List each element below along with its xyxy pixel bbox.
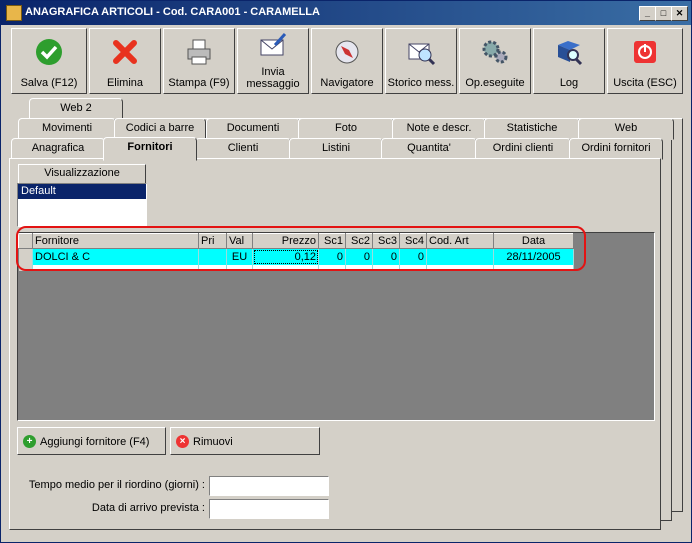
tab-foto[interactable]: Foto [298, 118, 394, 140]
data-arrivo-field[interactable] [209, 499, 329, 519]
operations-done-label: Op.eseguite [465, 77, 525, 89]
column-header-data[interactable]: Data [493, 233, 574, 249]
tab-fornitori[interactable]: Fornitori [103, 137, 197, 161]
check-icon [36, 39, 62, 65]
cell-sc1[interactable]: 0 [318, 248, 346, 265]
column-header-val[interactable]: Val [226, 233, 253, 249]
tab-anagrafica[interactable]: Anagrafica [11, 138, 105, 160]
column-header-sc4[interactable]: Sc4 [399, 233, 427, 249]
row-indicator-header [18, 233, 33, 249]
message-history-label: Storico mess. [387, 77, 455, 89]
tab-ordini-fornitori[interactable]: Ordini fornitori [569, 138, 663, 160]
log-label: Log [559, 77, 579, 89]
tab-listini[interactable]: Listini [289, 138, 383, 160]
column-header-sc3[interactable]: Sc3 [372, 233, 400, 249]
plus-icon: + [23, 435, 36, 448]
column-header-pri[interactable]: Pri [198, 233, 227, 249]
column-header-prezzo[interactable]: Prezzo [252, 233, 319, 249]
tab-statistiche[interactable]: Statistiche [484, 118, 580, 140]
send-message-label: Invia messaggio [246, 66, 300, 90]
table-row[interactable]: DOLCI & C EU 0,12 0 0 0 0 28/11/2005 [18, 248, 574, 265]
cell-sc3[interactable]: 0 [372, 248, 400, 265]
column-header-sc2[interactable]: Sc2 [345, 233, 373, 249]
cell-data[interactable]: 28/11/2005 [493, 248, 574, 265]
operations-done-button[interactable]: Op.eseguite [459, 28, 531, 94]
print-button[interactable]: Stampa (F9) [163, 28, 235, 94]
envelope-pen-icon [260, 32, 287, 56]
suppliers-grid[interactable]: Fornitore Pri Val Prezzo Sc1 Sc2 Sc3 Sc4… [17, 232, 655, 421]
table-row-empty[interactable] [18, 265, 574, 271]
column-header-fornitore[interactable]: Fornitore [32, 233, 199, 249]
print-label: Stampa (F9) [168, 77, 230, 89]
cell-val[interactable]: EU [226, 248, 253, 265]
x-icon [113, 40, 137, 64]
tab-web[interactable]: Web [578, 118, 674, 140]
table-header: Fornitore Pri Val Prezzo Sc1 Sc2 Sc3 Sc4… [18, 233, 574, 249]
column-header-sc1[interactable]: Sc1 [318, 233, 346, 249]
log-button[interactable]: Log [533, 28, 605, 94]
toolbar: Salva (F12) Elimina Stampa (F9) Invia me… [11, 28, 683, 94]
log-search-icon [558, 41, 583, 66]
save-button[interactable]: Salva (F12) [11, 28, 87, 94]
message-history-button[interactable]: Storico mess. [385, 28, 457, 94]
window-title: ANAGRAFICA ARTICOLI - Cod. CARA001 - CAR… [25, 6, 320, 18]
send-message-button[interactable]: Invia messaggio [237, 28, 309, 94]
navigator-button[interactable]: Navigatore [311, 28, 383, 94]
tab-quantita[interactable]: Quantita' [381, 138, 477, 160]
envelope-search-icon [408, 43, 436, 66]
data-arrivo-label: Data di arrivo prevista : [91, 502, 205, 514]
add-supplier-button[interactable]: + Aggiungi fornitore (F4) [17, 427, 166, 455]
cell-sc4[interactable]: 0 [399, 248, 427, 265]
main-window: ANAGRAFICA ARTICOLI - Cod. CARA001 - CAR… [0, 0, 692, 543]
delete-button[interactable]: Elimina [89, 28, 161, 94]
tab-movimenti[interactable]: Movimenti [18, 118, 116, 140]
exit-button[interactable]: Uscita (ESC) [607, 28, 683, 94]
maximize-button[interactable]: □ [655, 6, 672, 21]
cell-pri[interactable] [198, 248, 227, 265]
close-button[interactable]: ✕ [671, 6, 688, 21]
tab-ordini-clienti[interactable]: Ordini clienti [475, 138, 571, 160]
tempo-riordino-field[interactable] [209, 476, 329, 496]
row-indicator [18, 248, 33, 265]
visualizzazione-header: Visualizzazione [18, 164, 146, 184]
tab-clienti[interactable]: Clienti [195, 138, 291, 160]
list-item[interactable]: Default [18, 184, 146, 199]
tempo-riordino-label: Tempo medio per il riordino (giorni) : [28, 479, 205, 491]
save-label: Salva (F12) [20, 77, 78, 89]
title-bar: ANAGRAFICA ARTICOLI - Cod. CARA001 - CAR… [1, 1, 691, 25]
power-icon [634, 41, 656, 63]
navigator-label: Navigatore [320, 77, 374, 89]
remove-button[interactable]: × Rimuovi [170, 427, 320, 455]
compass-icon [335, 40, 359, 64]
minimize-button[interactable]: _ [639, 6, 656, 21]
suppliers-table: Fornitore Pri Val Prezzo Sc1 Sc2 Sc3 Sc4… [18, 233, 574, 271]
remove-label: Rimuovi [193, 436, 233, 448]
printer-icon [187, 39, 211, 65]
add-supplier-label: Aggiungi fornitore (F4) [40, 436, 150, 448]
app-icon [6, 5, 22, 21]
remove-icon: × [176, 435, 189, 448]
tab-web-2[interactable]: Web 2 [29, 98, 123, 120]
tab-note-e-descr[interactable]: Note e descr. [392, 118, 486, 140]
gears-icon [482, 40, 508, 64]
delete-label: Elimina [106, 77, 144, 89]
cell-prezzo[interactable]: 0,12 [252, 248, 319, 265]
cell-sc2[interactable]: 0 [345, 248, 373, 265]
exit-label: Uscita (ESC) [613, 77, 677, 89]
column-header-cod-art[interactable]: Cod. Art [426, 233, 494, 249]
cell-cod-art[interactable] [426, 248, 494, 265]
cell-fornitore[interactable]: DOLCI & C [32, 248, 199, 265]
tab-documenti[interactable]: Documenti [206, 118, 300, 140]
visualizzazione-list[interactable]: Default [17, 183, 147, 227]
